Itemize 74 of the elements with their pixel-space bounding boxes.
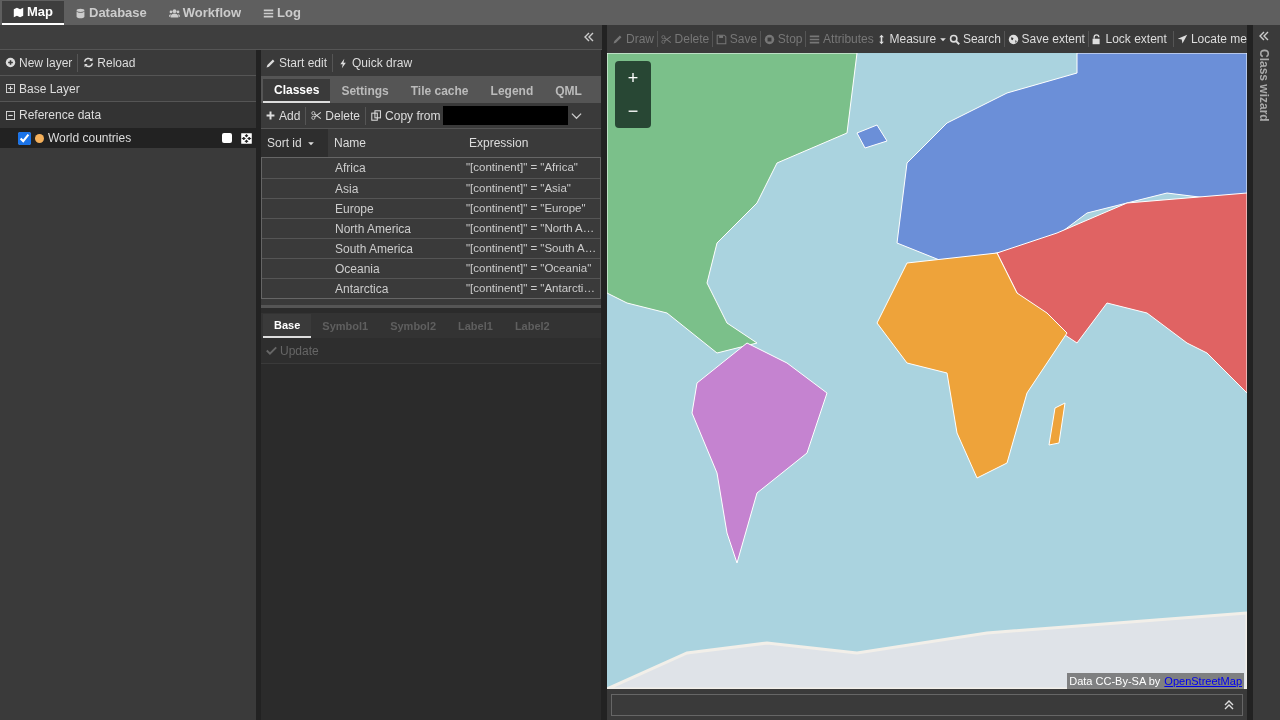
tab[interactable]: Legend bbox=[479, 79, 545, 103]
expand-icon[interactable] bbox=[1259, 31, 1269, 41]
toolbar-button[interactable]: Search bbox=[948, 30, 1001, 48]
collapse-box-icon[interactable] bbox=[6, 110, 15, 120]
toolbar-button[interactable]: New layer bbox=[5, 53, 73, 72]
main-tab[interactable]: Map bbox=[2, 1, 64, 25]
column-header[interactable]: Expression bbox=[463, 129, 601, 157]
side-tab[interactable]: Class wizard bbox=[1255, 49, 1273, 122]
table-cell-text: Europe bbox=[334, 200, 375, 218]
plus-circle-icon bbox=[5, 57, 16, 68]
tab[interactable]: Classes bbox=[263, 79, 331, 103]
tab[interactable]: Tile cache bbox=[399, 79, 480, 103]
layer-checkbox[interactable] bbox=[18, 131, 31, 145]
scissors-icon bbox=[660, 33, 672, 45]
toolbar-button[interactable]: Save extent bbox=[1007, 30, 1085, 48]
refresh-icon bbox=[83, 57, 95, 68]
table-cell-text: "[continent]" = "South A… bbox=[465, 240, 598, 256]
expand-box-icon[interactable] bbox=[6, 84, 15, 93]
search-icon bbox=[948, 33, 960, 45]
pencil-icon bbox=[265, 57, 276, 69]
tab[interactable]: Base bbox=[263, 314, 312, 338]
table-cell-text: "[continent]" = "Asia" bbox=[465, 180, 572, 196]
tab[interactable]: Settings bbox=[330, 79, 400, 103]
toolbar-button[interactable]: Start edit bbox=[265, 54, 328, 72]
check-icon bbox=[266, 345, 277, 356]
main-tab[interactable]: Workflow bbox=[157, 1, 253, 25]
list-icon bbox=[809, 33, 821, 45]
pencil-icon bbox=[612, 33, 623, 45]
tree-node[interactable]: Reference data bbox=[0, 102, 256, 128]
scissors-icon bbox=[311, 110, 323, 121]
table-cell-text: North America bbox=[334, 220, 413, 238]
column-header[interactable]: Name bbox=[328, 129, 463, 157]
stop-icon bbox=[763, 33, 775, 45]
toolbar-button[interactable]: Quick draw bbox=[338, 54, 413, 72]
table-cell-text: Asia bbox=[334, 180, 360, 198]
toolbar-button[interactable]: Add bbox=[265, 106, 301, 125]
list-icon bbox=[263, 7, 275, 19]
attribution-text: Data CC-By-SA by bbox=[1069, 673, 1161, 689]
unlock-icon bbox=[1091, 33, 1103, 45]
zoom-in-button[interactable]: + bbox=[627, 68, 639, 87]
location-arrow-icon bbox=[1176, 33, 1188, 45]
users-icon bbox=[168, 7, 180, 19]
square-icon[interactable] bbox=[222, 133, 232, 143]
toolbar-button[interactable]: Reload bbox=[83, 53, 136, 72]
command-field[interactable] bbox=[611, 693, 1243, 716]
toolbar-button[interactable]: Copy from bbox=[371, 106, 441, 125]
table-cell-text: Oceania bbox=[334, 260, 381, 278]
table-cell-text: South America bbox=[334, 240, 415, 258]
database-icon bbox=[75, 7, 86, 19]
table-cell-text: "[continent]" = "Africa" bbox=[465, 160, 579, 176]
expand-up-icon[interactable] bbox=[1224, 699, 1234, 710]
table-cell-text: "[continent]" = "Oceania" bbox=[465, 260, 593, 276]
globe-icon bbox=[1007, 33, 1019, 45]
main-tab[interactable]: Log bbox=[252, 1, 312, 25]
table-cell-text: "[continent]" = "Antarcti… bbox=[465, 280, 596, 296]
table-cell-text: "[continent]" = "Europe" bbox=[465, 200, 587, 216]
main-tab[interactable]: Database bbox=[64, 1, 158, 25]
toolbar-button[interactable]: Delete bbox=[311, 106, 361, 125]
copy-icon bbox=[371, 110, 383, 121]
floppy-icon bbox=[715, 33, 727, 45]
map-icon bbox=[13, 6, 24, 18]
table-cell-text: Antarctica bbox=[334, 280, 390, 298]
toolbar-button[interactable]: Locate me bbox=[1176, 30, 1247, 48]
chevron-down-icon[interactable] bbox=[571, 110, 583, 121]
table-cell-text: "[continent]" = "North A… bbox=[465, 220, 596, 236]
column-header[interactable]: Sort id bbox=[261, 129, 328, 157]
plus-icon bbox=[265, 110, 276, 121]
toolbar-button[interactable]: Lock extent bbox=[1091, 30, 1167, 48]
toolbar-button[interactable]: Measure bbox=[875, 30, 948, 48]
zoom-out-button[interactable]: − bbox=[627, 102, 639, 121]
collapse-icon[interactable] bbox=[584, 32, 594, 42]
table-cell-text: Africa bbox=[334, 160, 367, 177]
fullscreen-icon[interactable] bbox=[241, 132, 252, 144]
tab[interactable]: QML bbox=[544, 79, 593, 103]
